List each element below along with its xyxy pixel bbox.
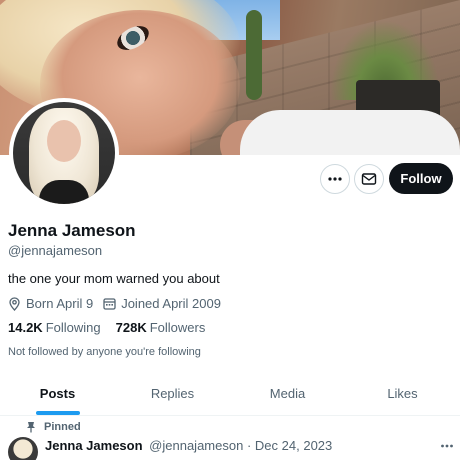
follow-counts: 14.2K Following 728K Followers xyxy=(8,320,220,335)
tab-replies-label: Replies xyxy=(150,386,195,401)
pinned-label: Pinned xyxy=(44,421,81,433)
post-separator: · xyxy=(246,438,252,453)
profile-meta: Born April 9 Joined April 2009 xyxy=(8,296,231,311)
location-pin-icon xyxy=(9,296,20,311)
post-date[interactable]: Dec 24, 2023 xyxy=(255,438,332,453)
post-more-button[interactable] xyxy=(438,437,456,455)
joined-info: Joined April 2009 xyxy=(103,296,221,311)
post-header: Jenna Jameson @jennajameson · Dec 24, 20… xyxy=(45,438,332,453)
tab-media[interactable]: Media xyxy=(230,372,345,415)
active-tab-indicator xyxy=(35,411,80,415)
birthday-text: Born April 9 xyxy=(26,296,94,311)
following-link[interactable]: 14.2K Following xyxy=(8,320,101,335)
not-followed-notice: Not followed by anyone you're following xyxy=(8,346,201,358)
tab-likes-label: Likes xyxy=(387,386,418,401)
tab-posts[interactable]: Posts xyxy=(0,372,115,415)
pin-icon xyxy=(27,422,35,433)
calendar-icon xyxy=(103,298,116,310)
profile-bio: the one your mom warned you about xyxy=(8,271,220,286)
message-button[interactable] xyxy=(354,164,384,194)
following-count: 14.2K xyxy=(8,320,43,335)
more-horizontal-icon xyxy=(328,177,342,181)
following-label: Following xyxy=(45,320,101,335)
joined-text: Joined April 2009 xyxy=(121,296,221,311)
more-options-button[interactable] xyxy=(320,164,350,194)
profile-handle: @jennajameson xyxy=(8,243,103,258)
post-author-handle[interactable]: @jennajameson xyxy=(149,438,243,453)
tab-media-label: Media xyxy=(269,386,306,401)
more-horizontal-icon xyxy=(441,444,453,448)
profile-avatar[interactable] xyxy=(9,98,119,208)
profile-name: Jenna Jameson xyxy=(8,221,136,240)
pinned-indicator: Pinned xyxy=(26,421,81,433)
tab-replies[interactable]: Replies xyxy=(115,372,230,415)
birthday-info: Born April 9 xyxy=(8,296,93,311)
followers-label: Followers xyxy=(149,320,206,335)
follow-button[interactable]: Follow xyxy=(389,163,453,194)
followers-count: 728K xyxy=(115,320,147,335)
post-author-name[interactable]: Jenna Jameson xyxy=(45,438,143,453)
followers-link[interactable]: 728K Followers xyxy=(116,320,206,335)
tab-likes[interactable]: Likes xyxy=(345,372,460,415)
envelope-icon xyxy=(361,173,377,185)
tab-posts-label: Posts xyxy=(39,386,76,401)
post-author-avatar[interactable] xyxy=(8,437,38,460)
profile-tabs: Posts Replies Media Likes xyxy=(0,372,460,416)
